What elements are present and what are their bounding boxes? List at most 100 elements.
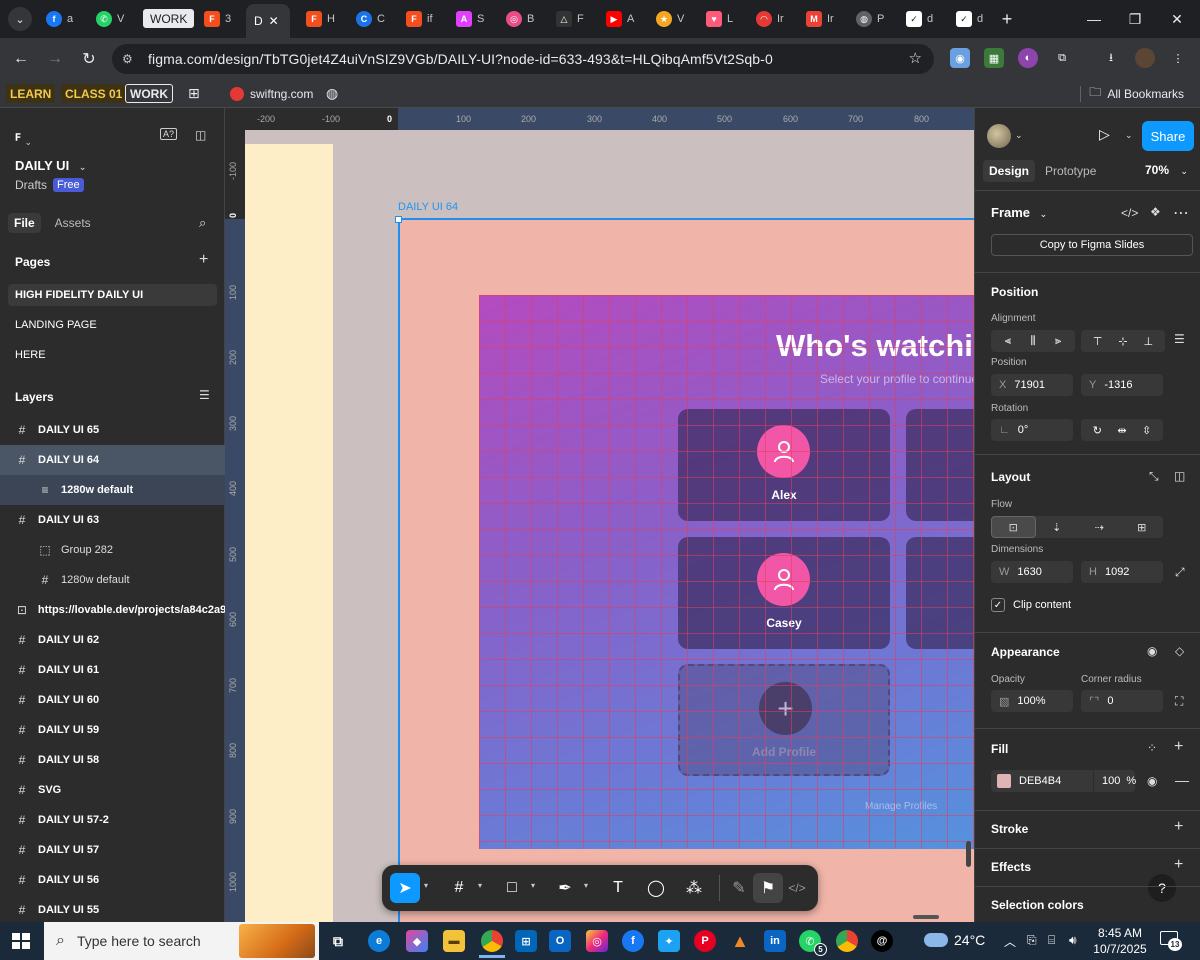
minimize-icon[interactable]: — [1071,6,1117,32]
tab-figma-3[interactable]: F 3 [200,6,231,32]
globe-bookmark-icon[interactable]: ◍ [322,84,342,103]
twitter-icon[interactable]: ✦ [658,930,680,952]
system-clock[interactable]: 8:45 AM 10/7/2025 [1090,925,1150,957]
layer-item[interactable]: # SVG [0,775,225,805]
fill-opacity[interactable]: 100 % [1093,770,1136,792]
address-url[interactable]: figma.com/design/TbTG0jet4Z4uiVnSIZ9VGb/… [148,51,773,67]
fill-swatch[interactable] [997,774,1011,788]
chevron-down-icon[interactable]: ▾ [424,881,428,890]
y-position-input[interactable]: Y -1316 [1081,374,1163,396]
download-icon[interactable]: ⭳ [1101,48,1121,68]
tab-group-work[interactable]: WORK [143,9,195,28]
tab-gmail[interactable]: M Ir [802,6,834,32]
chevron-down-icon[interactable]: ▾ [531,881,535,890]
remove-fill-minus-icon[interactable]: — [1175,772,1189,788]
forward-arrow-icon[interactable]: → [43,47,67,71]
copilot-icon[interactable]: ◆ [406,930,428,952]
layer-item[interactable]: # DAILY UI 57-2 [0,805,225,835]
vertical-scrollbar[interactable] [966,841,971,867]
tab-p[interactable]: ◍ P [852,6,884,32]
layer-item[interactable]: #1280w default [0,565,225,595]
draw-tool-icon[interactable]: ✎ [724,873,754,903]
back-arrow-icon[interactable]: ← [9,47,33,71]
layer-item[interactable]: # DAILY UI 58 [0,745,225,775]
frame-type-selector[interactable]: Frame ⌄ [991,205,1047,220]
clip-content-checkbox[interactable]: ✓ Clip content [991,598,1071,612]
bookmark-swiftng[interactable]: swiftng.com [226,84,317,103]
restore-icon[interactable]: ❐ [1112,6,1158,32]
chrome-taskbar-icon[interactable] [479,930,505,958]
tab-dribbble[interactable]: ◎ B [502,6,534,32]
layer-item[interactable]: # DAILY UI 64 [0,445,225,475]
copy-to-figma-slides-button[interactable]: Copy to Figma Slides [991,234,1193,256]
page-item-here[interactable]: HERE [8,344,217,366]
corner-radius-input[interactable]: ⌜⌝ 0 [1081,690,1163,712]
layer-item[interactable]: # DAILY UI 63 [0,505,225,535]
distribute-icon[interactable]: ☰ [1174,332,1185,346]
apps-grid-icon[interactable]: ⊞ [184,84,204,103]
tab-prototype[interactable]: Prototype [1039,160,1102,182]
tab-search-chevron-icon[interactable]: ⌄ [8,7,32,31]
extension-icon[interactable]: ▦ [984,48,1004,68]
opacity-input[interactable]: ▧ 100% [991,690,1073,712]
ai-text-icon[interactable]: A? [160,128,178,140]
align-bottom-icon[interactable]: ⊥ [1143,335,1153,348]
adjacent-frame[interactable] [245,144,333,922]
blend-mode-drop-icon[interactable]: ◇ [1175,644,1184,658]
layer-item[interactable]: # DAILY UI 59 [0,715,225,745]
independent-corners-icon[interactable]: ⛶ [1175,694,1183,709]
add-fill-plus-icon[interactable]: + [1174,738,1183,756]
tab-f[interactable]: △ F [552,6,584,32]
tab-d-1[interactable]: ✓ d [902,6,933,32]
tab-s[interactable]: A S [452,6,484,32]
zoom-level[interactable]: 70% ⌄ [1145,163,1188,177]
tab-active-figma[interactable]: D ✕ [246,4,290,38]
actions-tool-icon[interactable]: ⁂ [679,873,709,903]
bookmark-work[interactable]: WORK [125,84,173,103]
bookmark-learn[interactable]: LEARN [6,84,56,103]
frame-label[interactable]: DAILY UI 64 [398,201,458,213]
share-button[interactable]: Share [1142,121,1194,151]
component-icon[interactable]: ❖ [1150,205,1161,219]
store-icon[interactable]: ⊞ [515,930,537,952]
figma-main-menu[interactable]: ꟳ ⌄ [15,128,32,150]
align-center-v-icon[interactable]: ⊹ [1118,335,1127,348]
color-extension-icon[interactable]: ◐ [1018,48,1038,68]
extensions-puzzle-icon[interactable]: ⧉ [1052,48,1072,68]
add-stroke-plus-icon[interactable]: + [1174,818,1183,836]
tab-design[interactable]: Design [983,160,1036,182]
tab-whatsapp[interactable]: ✆ V [92,6,124,32]
flow-freeform-icon[interactable]: ⊡ [991,516,1036,538]
chevron-down-icon[interactable]: ⌄ [1125,130,1133,141]
screenshot-extension-icon[interactable]: ◉ [950,48,970,68]
tab-ir-1[interactable]: ◠ Ir [752,6,784,32]
tab-facebook[interactable]: f a [42,6,73,32]
tab-c[interactable]: C C [352,6,385,32]
layer-item[interactable]: # DAILY UI 65 [0,415,225,445]
pen-tool-icon[interactable]: ✒ [550,873,580,903]
add-page-plus-icon[interactable]: + [199,251,208,269]
site-info-icon[interactable]: ⚙ [122,52,138,66]
profile-card-casey[interactable]: Casey [678,537,890,649]
resize-to-fit-icon[interactable]: ⤢ [1175,565,1185,580]
x-position-input[interactable]: X 71901 [991,374,1073,396]
fill-color-input[interactable]: DEB4B4 100 % [991,770,1136,792]
move-tool-icon[interactable]: ➤ [390,873,420,903]
styles-grid-icon[interactable]: ⁘ [1147,741,1157,755]
code-icon[interactable]: </> [1121,206,1138,220]
bookmark-class-01[interactable]: CLASS 01 [61,84,127,103]
align-right-icon[interactable]: ⫸ [1055,335,1061,348]
add-profile-card[interactable]: + Add Profile [678,664,890,776]
instagram-icon[interactable]: ◎ [586,930,608,952]
windows-start-icon[interactable] [12,933,30,949]
stroke-heading[interactable]: Stroke [991,822,1028,836]
profile-card-2[interactable] [906,409,974,521]
file-name[interactable]: DAILY UI ⌄ [15,158,86,173]
page-item-high-fidelity[interactable]: HIGH FIDELITY DAILY UI [8,284,217,306]
outlook-icon[interactable]: O [549,930,571,952]
fill-visibility-eye-icon[interactable]: ◉ [1147,774,1157,788]
more-horizontal-icon[interactable]: ⋯ [1173,203,1189,223]
flow-horizontal-icon[interactable]: ⇢ [1078,516,1121,538]
weather-widget[interactable]: 24°C [924,932,985,948]
width-input[interactable]: W 1630 [991,561,1073,583]
